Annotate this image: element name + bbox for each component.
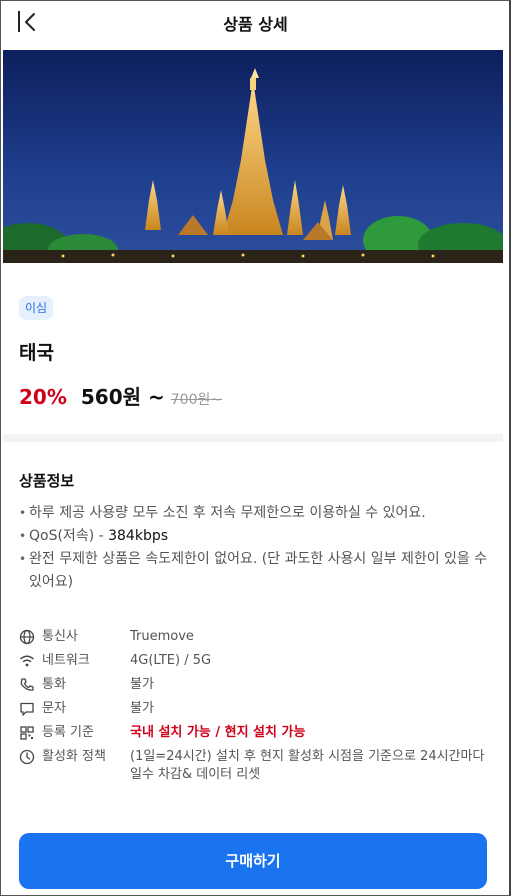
wifi-icon xyxy=(20,655,34,667)
original-price: 700원~ xyxy=(170,392,223,408)
spec-label: 통신사 xyxy=(42,629,78,644)
spec-label: 문자 xyxy=(42,701,66,716)
spec-label: 통화 xyxy=(42,677,66,692)
discount-rate: 20% xyxy=(19,385,67,409)
product-hero-image xyxy=(3,50,503,263)
spec-value: 국내 설치 가능 / 현지 설치 가능 xyxy=(130,725,306,740)
spec-row-registration: 등록 기준 국내 설치 가능 / 현지 설치 가능 xyxy=(19,724,489,748)
product-info-title: 상품정보 xyxy=(19,472,75,490)
spec-row-call: 통화 불가 xyxy=(19,676,489,700)
info-bullet-qos: QoS(저속) - 384kbps xyxy=(19,525,489,548)
spec-row-network: 네트워크 4G(LTE) / 5G xyxy=(19,652,489,676)
message-icon xyxy=(20,702,34,716)
spec-label: 등록 기준 xyxy=(42,725,94,740)
spec-value: 불가 xyxy=(130,701,154,716)
product-name: 태국 xyxy=(19,342,54,364)
spec-value: (1일=24시간) 설치 후 현지 활성화 시점을 기준으로 24시간마다 일수… xyxy=(130,749,485,782)
qos-value: 384kbps xyxy=(108,528,169,544)
spec-list: 통신사 Truemove 네트워크 4G(LTE) / 5G 통화 불가 문자 … xyxy=(19,628,489,784)
spec-row-sms: 문자 불가 xyxy=(19,700,489,724)
qr-code-icon xyxy=(20,726,34,740)
section-divider xyxy=(3,434,503,442)
spec-value: 불가 xyxy=(130,677,154,692)
product-type-badge: 이심 xyxy=(19,296,54,320)
sale-price: 560원 ~ xyxy=(80,385,165,409)
globe-icon xyxy=(19,629,35,645)
spec-value: 4G(LTE) / 5G xyxy=(130,653,212,668)
spec-row-carrier: 통신사 Truemove xyxy=(19,628,489,652)
spec-label: 활성화 정책 xyxy=(42,749,106,764)
product-info-bullets: 하루 제공 사용량 모두 소진 후 저속 무제한으로 이용하실 수 있어요. Q… xyxy=(19,502,489,594)
info-bullet: 완전 무제한 상품은 속도제한이 없어요. (단 과도한 사용시 일부 제한이 … xyxy=(19,548,489,594)
qos-label: QoS(저속) - xyxy=(29,528,109,544)
spec-row-activation: 활성화 정책 (1일=24시간) 설치 후 현지 활성화 시점을 기준으로 24… xyxy=(19,748,489,784)
buy-button[interactable]: 구매하기 xyxy=(19,833,487,889)
price-row: 20% 560원 ~ 700원~ xyxy=(19,381,222,410)
clock-icon xyxy=(19,749,35,765)
spec-label: 네트워크 xyxy=(42,653,90,668)
spec-value: Truemove xyxy=(130,629,194,644)
page-title: 상품 상세 xyxy=(223,15,288,34)
info-bullet: 하루 제공 사용량 모두 소진 후 저속 무제한으로 이용하실 수 있어요. xyxy=(19,502,489,525)
header: 상품 상세 xyxy=(0,0,511,44)
phone-icon xyxy=(20,678,34,691)
